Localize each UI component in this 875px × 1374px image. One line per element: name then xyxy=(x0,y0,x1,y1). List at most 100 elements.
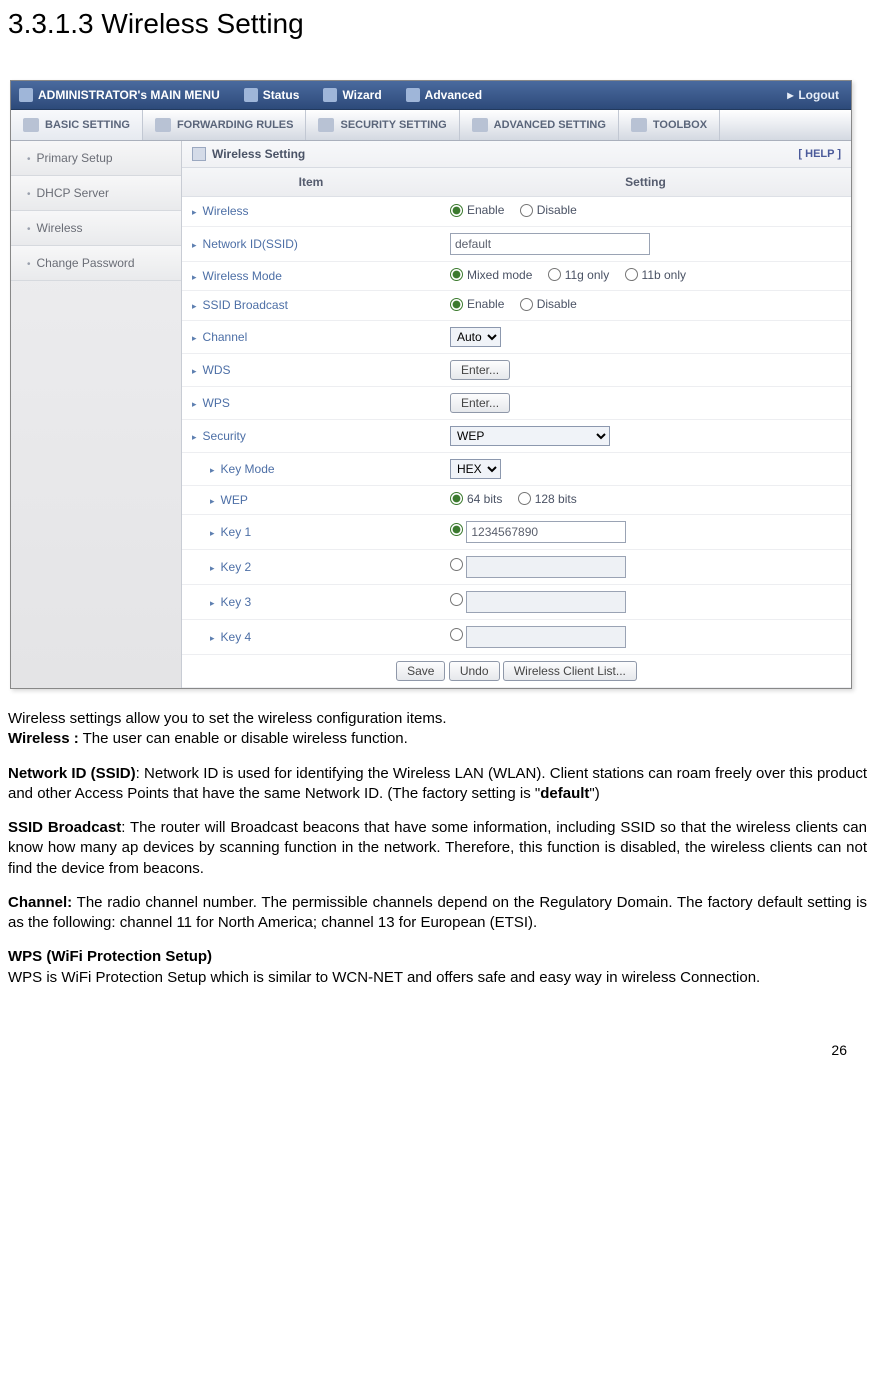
doc-p2: Wireless : The user can enable or disabl… xyxy=(8,729,867,749)
key1-radio[interactable] xyxy=(450,523,463,536)
keymode-select[interactable]: HEX xyxy=(450,459,501,479)
wireless-enable[interactable]: Enable xyxy=(450,203,504,217)
nav-logout[interactable]: ▸ Logout xyxy=(775,88,851,102)
header-setting: Setting xyxy=(440,168,851,197)
sidebar-item-dhcp-server[interactable]: DHCP Server xyxy=(11,176,181,211)
tab-label: ADVANCED SETTING xyxy=(494,119,606,131)
broadcast-enable-radio[interactable] xyxy=(450,298,463,311)
wep-64[interactable]: 64 bits xyxy=(450,492,502,506)
key3-input[interactable] xyxy=(466,591,626,613)
client-list-button[interactable]: Wireless Client List... xyxy=(503,661,637,681)
mode-mixed[interactable]: Mixed mode xyxy=(450,268,532,282)
sidebar-item-wireless[interactable]: Wireless xyxy=(11,211,181,246)
admin-menu-label: ADMINISTRATOR's MAIN MENU xyxy=(11,88,232,102)
nav-advanced-label: Advanced xyxy=(425,88,482,102)
panel-title: Wireless Setting xyxy=(192,147,305,161)
key4-input[interactable] xyxy=(466,626,626,648)
wep-128[interactable]: 128 bits xyxy=(518,492,577,506)
mode-11b[interactable]: 11b only xyxy=(625,268,686,282)
row-wds-label: WDS xyxy=(182,353,440,386)
wireless-disable[interactable]: Disable xyxy=(520,203,577,217)
doc-p6a: WPS (WiFi Protection Setup) xyxy=(8,947,867,967)
opt-label: 64 bits xyxy=(467,492,502,506)
mode-11b-radio[interactable] xyxy=(625,268,638,281)
wep-64-radio[interactable] xyxy=(450,492,463,505)
nav-advanced[interactable]: Advanced xyxy=(394,88,494,102)
sidebar-item-primary-setup[interactable]: Primary Setup xyxy=(11,141,181,176)
save-button[interactable]: Save xyxy=(396,661,445,681)
mode-11g[interactable]: 11g only xyxy=(548,268,609,282)
tab-forwarding-rules[interactable]: FORWARDING RULES xyxy=(143,110,307,140)
admin-topbar: ADMINISTRATOR's MAIN MENU Status Wizard … xyxy=(11,81,851,110)
main-panel: Wireless Setting [ HELP ] Item Setting W… xyxy=(182,141,851,688)
key4-radio[interactable] xyxy=(450,628,463,641)
opt-label: Mixed mode xyxy=(467,268,532,282)
nav-status-label: Status xyxy=(263,88,300,102)
opt-label: 11b only xyxy=(642,268,686,282)
nav-wizard-label: Wizard xyxy=(342,88,381,102)
key2-radio[interactable] xyxy=(450,558,463,571)
help-link[interactable]: [ HELP ] xyxy=(798,148,841,160)
tab-toolbox[interactable]: TOOLBOX xyxy=(619,110,720,140)
nav-logout-label: Logout xyxy=(798,88,839,102)
tab-label: BASIC SETTING xyxy=(45,119,130,131)
settings-table: Item Setting Wireless Enable Disable Net… xyxy=(182,168,851,688)
mode-mixed-radio[interactable] xyxy=(450,268,463,281)
forwarding-icon xyxy=(155,118,171,132)
key3-radio[interactable] xyxy=(450,593,463,606)
wireless-enable-radio[interactable] xyxy=(450,204,463,217)
section-heading: 3.3.1.3 Wireless Setting xyxy=(8,8,867,40)
opt-label: Disable xyxy=(537,203,577,217)
doc-p5: Channel: The radio channel number. The p… xyxy=(8,893,867,934)
undo-button[interactable]: Undo xyxy=(449,661,500,681)
broadcast-enable[interactable]: Enable xyxy=(450,297,504,311)
tab-advanced-setting[interactable]: ADVANCED SETTING xyxy=(460,110,619,140)
security-select[interactable]: WEP xyxy=(450,426,610,446)
broadcast-disable-radio[interactable] xyxy=(520,298,533,311)
wizard-icon xyxy=(323,88,337,102)
toolbox-icon xyxy=(631,118,647,132)
row-mode-label: Wireless Mode xyxy=(182,261,440,291)
row-key3-label: Key 3 xyxy=(182,585,440,620)
wps-enter-button[interactable]: Enter... xyxy=(450,393,510,413)
wds-enter-button[interactable]: Enter... xyxy=(450,360,510,380)
doc-p3: Network ID (SSID): Network ID is used fo… xyxy=(8,764,867,805)
key2-input[interactable] xyxy=(466,556,626,578)
row-key4-label: Key 4 xyxy=(182,620,440,655)
row-security-label: Security xyxy=(182,419,440,452)
row-ssid-label: Network ID(SSID) xyxy=(182,226,440,261)
doc-p6b: WPS is WiFi Protection Setup which is si… xyxy=(8,968,867,988)
mode-11g-radio[interactable] xyxy=(548,268,561,281)
admin-menu-text: ADMINISTRATOR's MAIN MENU xyxy=(38,88,220,102)
tab-bar: BASIC SETTING FORWARDING RULES SECURITY … xyxy=(11,110,851,141)
row-key2-label: Key 2 xyxy=(182,550,440,585)
opt-label: Disable xyxy=(537,297,577,311)
key1-input[interactable] xyxy=(466,521,626,543)
row-keymode-label: Key Mode xyxy=(182,452,440,485)
broadcast-disable[interactable]: Disable xyxy=(520,297,577,311)
advanced-setting-icon xyxy=(472,118,488,132)
tab-basic-setting[interactable]: BASIC SETTING xyxy=(11,110,143,140)
wireless-disable-radio[interactable] xyxy=(520,204,533,217)
nav-status[interactable]: Status xyxy=(232,88,312,102)
header-item: Item xyxy=(182,168,440,197)
tab-label: TOOLBOX xyxy=(653,119,707,131)
row-broadcast-label: SSID Broadcast xyxy=(182,291,440,321)
opt-label: 11g only xyxy=(565,268,609,282)
row-wireless-label: Wireless xyxy=(182,197,440,227)
channel-select[interactable]: Auto xyxy=(450,327,501,347)
nav-wizard[interactable]: Wizard xyxy=(311,88,393,102)
opt-label: Enable xyxy=(467,297,504,311)
ssid-input[interactable] xyxy=(450,233,650,255)
panel-title-bar: Wireless Setting [ HELP ] xyxy=(182,141,851,168)
row-key1-label: Key 1 xyxy=(182,515,440,550)
advanced-icon xyxy=(406,88,420,102)
page-number: 26 xyxy=(8,1002,867,1066)
tab-security-setting[interactable]: SECURITY SETTING xyxy=(306,110,459,140)
sidebar-item-change-password[interactable]: Change Password xyxy=(11,246,181,281)
wep-128-radio[interactable] xyxy=(518,492,531,505)
row-channel-label: Channel xyxy=(182,320,440,353)
basic-setting-icon xyxy=(23,118,39,132)
tab-label: FORWARDING RULES xyxy=(177,119,294,131)
status-icon xyxy=(244,88,258,102)
